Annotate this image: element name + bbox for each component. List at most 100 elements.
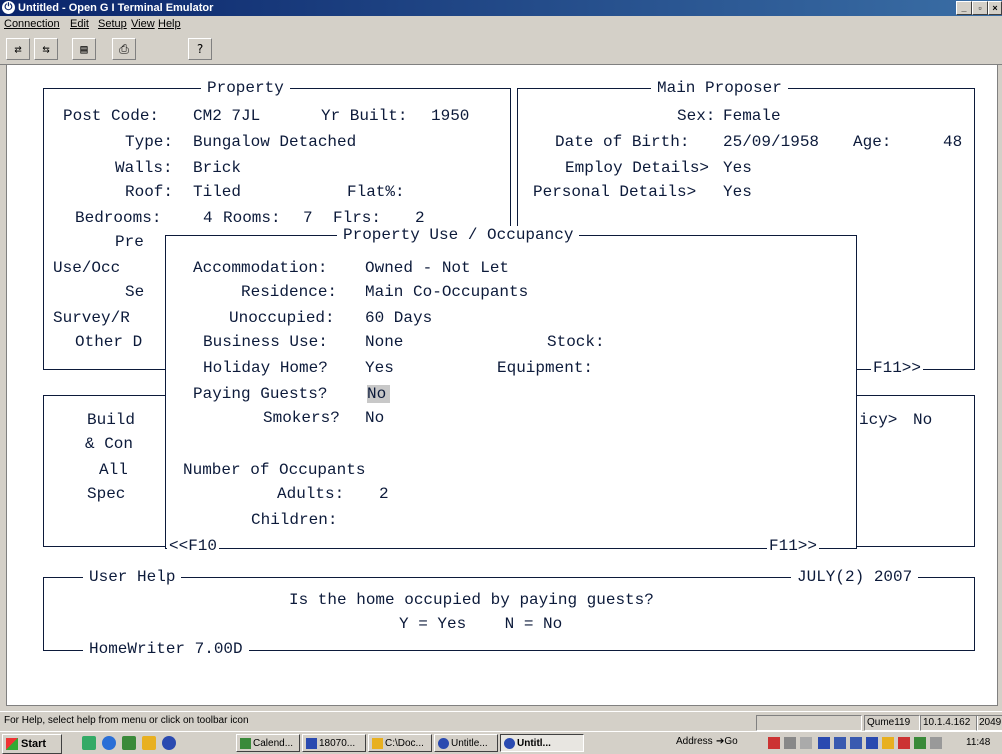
taskbar-explorer[interactable]: C:\Doc... bbox=[368, 734, 432, 752]
postcode-value: CM2 7JL bbox=[193, 107, 261, 125]
walls-label: Walls: bbox=[115, 159, 173, 177]
holiday-home-value[interactable]: Yes bbox=[365, 359, 394, 377]
close-button[interactable]: × bbox=[988, 1, 1002, 15]
popup-f11-key[interactable]: F11>> bbox=[767, 537, 820, 555]
rooms-value: 7 bbox=[303, 209, 313, 227]
status-panel-empty bbox=[756, 715, 862, 731]
cover-row-truncated: & Con bbox=[85, 435, 134, 453]
folder-quicklaunch-icon[interactable] bbox=[142, 736, 156, 750]
residence-value[interactable]: Main Co-Occupants bbox=[365, 283, 528, 301]
taskbar: Start Calend... 18070... C:\Doc... Untit… bbox=[0, 731, 1002, 754]
tray-icon[interactable] bbox=[784, 737, 796, 749]
taskbar-calendar[interactable]: Calend... bbox=[236, 734, 300, 752]
ie-icon[interactable] bbox=[102, 736, 116, 750]
start-button[interactable]: Start bbox=[2, 734, 62, 754]
toolbar: ⇄ ⇆ ▤ ⎙ ? bbox=[0, 34, 1002, 65]
menu-help[interactable]: Help bbox=[158, 18, 181, 30]
cover-row-truncated: Spec bbox=[87, 485, 126, 503]
sex-value: Female bbox=[723, 107, 781, 125]
yrbuilt-label: Yr Built: bbox=[321, 107, 408, 125]
cover-row-truncated: All bbox=[99, 461, 128, 479]
roof-label: Roof: bbox=[125, 183, 174, 201]
policy-value: No bbox=[913, 411, 933, 429]
app-quicklaunch-icon[interactable] bbox=[122, 736, 136, 750]
tray-icon[interactable] bbox=[882, 737, 894, 749]
dob-value: 25/09/1958 bbox=[723, 133, 820, 151]
go-button[interactable]: ➔Go bbox=[716, 736, 738, 747]
volume-icon[interactable] bbox=[800, 737, 812, 749]
proposer-f11-key[interactable]: F11>> bbox=[871, 359, 924, 377]
taskbar-terminal-1[interactable]: Untitle... bbox=[434, 734, 498, 752]
address-label: Address bbox=[676, 736, 713, 747]
business-use-label: Business Use: bbox=[203, 333, 328, 351]
context-help-icon[interactable]: ? bbox=[188, 38, 212, 60]
menu-bar: Connection Edit Setup View Help bbox=[0, 16, 1002, 34]
flat-label: Flat%: bbox=[347, 183, 405, 201]
maximize-button[interactable]: ▫ bbox=[972, 1, 988, 15]
app-icon[interactable]: ⏻ bbox=[2, 1, 15, 14]
help-options: Y = Yes N = No bbox=[399, 615, 563, 633]
unoccupied-value[interactable]: 60 Days bbox=[365, 309, 432, 327]
print-icon[interactable]: ⎙ bbox=[112, 38, 136, 60]
tray-icon[interactable] bbox=[914, 737, 926, 749]
adults-value[interactable]: 2 bbox=[379, 485, 389, 503]
disconnect-icon[interactable]: ⇆ bbox=[34, 38, 58, 60]
tray-icon[interactable] bbox=[898, 737, 910, 749]
window-title: Untitled - Open G I Terminal Emulator bbox=[18, 2, 214, 14]
tray-icon[interactable] bbox=[818, 737, 830, 749]
terminal-icon bbox=[438, 738, 449, 749]
menu-setup[interactable]: Setup bbox=[98, 18, 127, 30]
cover-row-truncated: Build bbox=[87, 411, 136, 429]
status-bar: For Help, select help from menu or click… bbox=[0, 711, 1002, 732]
mail-icon[interactable] bbox=[930, 737, 942, 749]
age-label: Age: bbox=[853, 133, 892, 151]
app-version: HomeWriter 7.00D bbox=[83, 640, 249, 658]
status-port: 2049 bbox=[976, 715, 1002, 731]
language-icon[interactable] bbox=[866, 737, 878, 749]
minimize-button[interactable]: _ bbox=[956, 1, 972, 15]
paying-guests-input[interactable]: No bbox=[367, 385, 391, 403]
personal-details-label[interactable]: Personal Details> bbox=[533, 183, 696, 201]
title-bar: ⏻ Untitled - Open G I Terminal Emulator … bbox=[0, 0, 1002, 16]
tray-icon[interactable] bbox=[850, 737, 862, 749]
network-icon[interactable] bbox=[768, 737, 780, 749]
status-host: Qume119 bbox=[864, 715, 920, 731]
property-row-truncated: Use/Occ bbox=[53, 259, 121, 277]
popup-title: Property Use / Occupancy bbox=[337, 226, 580, 244]
employ-details-label[interactable]: Employ Details> bbox=[565, 159, 709, 177]
business-use-value[interactable]: None bbox=[365, 333, 403, 351]
sex-label: Sex: bbox=[677, 107, 716, 125]
property-row-truncated: Pre bbox=[115, 233, 144, 251]
word-icon bbox=[306, 738, 317, 749]
stock-label: Stock: bbox=[547, 333, 605, 351]
bedrooms-value: 4 bbox=[203, 209, 213, 227]
menu-view[interactable]: View bbox=[131, 18, 155, 30]
roof-value: Tiled bbox=[193, 183, 242, 201]
desktop-icon[interactable] bbox=[82, 736, 96, 750]
holiday-home-label: Holiday Home? bbox=[203, 359, 328, 377]
copy-icon[interactable]: ▤ bbox=[72, 38, 96, 60]
taskbar-terminal-2[interactable]: Untitl... bbox=[500, 734, 584, 752]
unoccupied-label: Unoccupied: bbox=[229, 309, 335, 327]
menu-connection[interactable]: Connection bbox=[4, 18, 60, 30]
flrs-label: Flrs: bbox=[333, 209, 382, 227]
adults-label: Adults: bbox=[277, 485, 345, 503]
user-help-title: User Help bbox=[83, 568, 182, 586]
postcode-label: Post Code: bbox=[63, 107, 160, 125]
type-value: Bungalow Detached bbox=[193, 133, 357, 151]
yrbuilt-value: 1950 bbox=[431, 107, 470, 125]
paying-guests-label: Paying Guests? bbox=[193, 385, 328, 403]
terminal-screen[interactable]: Property Post Code: CM2 7JL Yr Built: 19… bbox=[6, 64, 998, 706]
help-date: JULY(2) 2007 bbox=[791, 568, 919, 586]
popup-f10-key[interactable]: <<F10 bbox=[167, 537, 220, 555]
residence-label: Residence: bbox=[241, 283, 338, 301]
connect-icon[interactable]: ⇄ bbox=[6, 38, 30, 60]
accommodation-value[interactable]: Owned - Not Let bbox=[365, 259, 509, 277]
clock: 11:48 bbox=[966, 737, 991, 748]
taskbar-document[interactable]: 18070... bbox=[302, 734, 366, 752]
menu-edit[interactable]: Edit bbox=[70, 18, 89, 30]
terminal-quicklaunch-icon[interactable] bbox=[162, 736, 176, 750]
smokers-value[interactable]: No bbox=[365, 409, 384, 427]
tray-icon[interactable] bbox=[834, 737, 846, 749]
status-hint: For Help, select help from menu or click… bbox=[4, 715, 249, 726]
